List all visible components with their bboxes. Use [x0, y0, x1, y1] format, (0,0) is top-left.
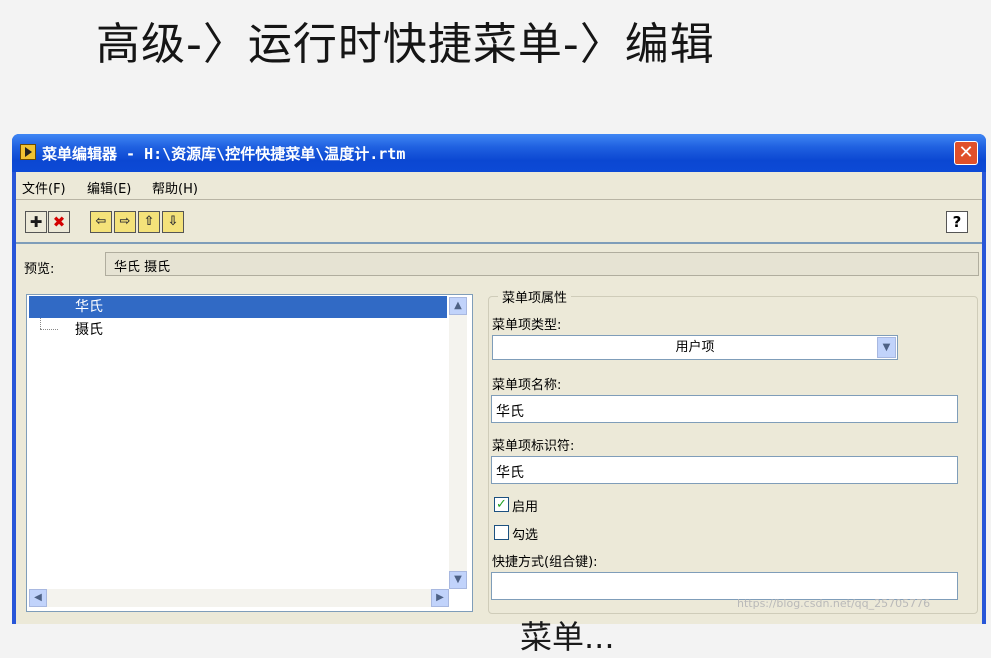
window-titlebar[interactable]: 菜单编辑器 - H:\资源库\控件快捷菜单\温度计.rtm ✕	[12, 134, 986, 172]
menubar-divider	[16, 199, 982, 200]
scroll-down-icon[interactable]: ▼	[449, 571, 467, 589]
tree-connector-branch	[40, 329, 58, 330]
slide-bottom-text: 菜单...	[520, 618, 615, 656]
item-type-value: 用户项	[675, 340, 715, 355]
delete-item-button[interactable]: ✖	[48, 211, 70, 233]
checked-checkbox[interactable]	[494, 525, 509, 540]
move-left-button[interactable]: ⇦	[90, 211, 112, 233]
preview-bar: 华氏 摄氏	[105, 252, 979, 276]
group-title: 菜单项属性	[498, 287, 572, 306]
item-type-select[interactable]: 用户项 ▼	[492, 335, 898, 360]
toolbar-divider	[16, 242, 982, 244]
preview-label: 预览:	[24, 262, 55, 277]
menu-help[interactable]: 帮助(H)	[152, 178, 198, 197]
watermark: https://blog.csdn.net/qq_25705776	[737, 597, 931, 610]
add-item-button[interactable]: ✚	[25, 211, 47, 233]
help-button[interactable]: ?	[946, 211, 968, 233]
enabled-label: 启用	[512, 500, 539, 515]
shortcut-input[interactable]	[491, 572, 958, 600]
item-name-label: 菜单项名称:	[492, 378, 562, 393]
item-type-label: 菜单项类型:	[492, 318, 562, 333]
horizontal-scrollbar[interactable]: ◀ ▶	[29, 589, 449, 607]
slide-title: 高级-〉运行时快捷菜单-〉编辑	[96, 19, 715, 70]
menu-bar: 文件(F) 编辑(E) 帮助(H)	[16, 174, 982, 197]
item-name-input[interactable]: 华氏	[491, 395, 958, 423]
close-button[interactable]: ✕	[954, 141, 978, 165]
vertical-scrollbar[interactable]: ▲ ▼	[449, 297, 467, 589]
checked-label: 勾选	[512, 528, 539, 543]
tree-item[interactable]: 摄氏	[75, 319, 103, 341]
tree-item-label: 华氏	[75, 299, 103, 315]
labview-app-icon	[20, 144, 36, 160]
scroll-left-icon[interactable]: ◀	[29, 589, 47, 607]
scroll-right-icon[interactable]: ▶	[431, 589, 449, 607]
menu-edit[interactable]: 编辑(E)	[87, 178, 131, 197]
move-up-button[interactable]: ⇧	[138, 211, 160, 233]
scroll-up-icon[interactable]: ▲	[449, 297, 467, 315]
window-client-area: 文件(F) 编辑(E) 帮助(H) ✚ ✖ ⇦ ⇨ ⇧ ⇩ ? 预览: 华氏 摄…	[16, 172, 982, 624]
item-tag-input[interactable]: 华氏	[491, 456, 958, 484]
shortcut-label: 快捷方式(组合键):	[492, 555, 598, 570]
move-down-button[interactable]: ⇩	[162, 211, 184, 233]
chevron-down-icon[interactable]: ▼	[877, 337, 896, 358]
item-tag-label: 菜单项标识符:	[492, 439, 575, 454]
menu-editor-window: 菜单编辑器 - H:\资源库\控件快捷菜单\温度计.rtm ✕ 文件(F) 编辑…	[12, 134, 986, 624]
menu-file[interactable]: 文件(F)	[22, 178, 66, 197]
window-title: 菜单编辑器 - H:\资源库\控件快捷菜单\温度计.rtm	[42, 145, 406, 163]
menu-tree[interactable]: 华氏 摄氏 ▲ ▼ ◀ ▶	[26, 294, 473, 612]
move-right-button[interactable]: ⇨	[114, 211, 136, 233]
enabled-checkbox[interactable]: ✓	[494, 497, 509, 512]
tree-item-selected[interactable]: 华氏	[29, 296, 447, 318]
